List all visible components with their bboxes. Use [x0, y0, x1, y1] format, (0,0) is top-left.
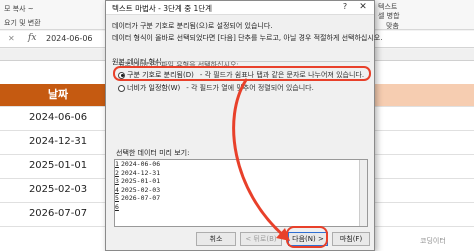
date-cell[interactable]: 2025-02-03: [0, 178, 116, 202]
dialog-titlebar[interactable]: 텍스트 마법사 - 3단계 중 1단계 ? ✕: [106, 1, 374, 15]
preview-scrollbar[interactable]: [359, 160, 367, 226]
back-button[interactable]: < 뒤로(B): [240, 232, 282, 246]
date-cell[interactable]: 2024-12-31: [0, 130, 116, 154]
preview-row: 1 2024-06-06: [115, 160, 161, 168]
function-icon[interactable]: fx: [28, 33, 36, 43]
ribbon-copy-label[interactable]: 모 복사 ~: [4, 4, 34, 14]
next-button-highlight: [286, 226, 328, 248]
ribbon-merge-label[interactable]: 셀 병합: [378, 11, 400, 21]
help-icon[interactable]: ?: [338, 2, 352, 14]
radio-fixed-width-label[interactable]: 너비가 일정함(W): [127, 84, 180, 92]
date-cell[interactable]: 2024-06-06: [0, 106, 116, 130]
radio-fixed-width-indicator[interactable]: [118, 84, 125, 92]
ribbon-group-label: 요기 및 변환: [4, 19, 41, 27]
ribbon-align-group-label: 맞춤: [386, 22, 399, 30]
date-column-header[interactable]: 날짜: [0, 84, 116, 106]
radio-fixed-width-description: - 각 필드가 열에 맞추어 정렬되어 있습니다.: [186, 84, 314, 92]
wizard-info-line-1: 데이터가 구분 기호로 분리됨(으)로 설정되어 있습니다.: [112, 22, 273, 30]
cancel-x-icon[interactable]: ✕: [8, 34, 15, 43]
preview-row: 3 2025-01-01: [115, 177, 161, 185]
date-cell[interactable]: 2025-01-01: [0, 154, 116, 178]
preview-row: 4 2025-02-03: [115, 185, 161, 194]
dialog-title: 텍스트 마법사 - 3단계 중 1단계: [112, 4, 213, 13]
preview-row: 5 2026-07-07: [115, 194, 161, 202]
preview-label: 선택한 데이터 미리 보기:: [116, 149, 190, 157]
finish-button[interactable]: 마침(F): [332, 232, 370, 246]
radio-fixed-width[interactable]: 너비가 일정함(W) - 각 필드가 열에 맞추어 정렬되어 있습니다.: [118, 83, 314, 94]
delimited-option-highlight: [113, 66, 371, 81]
date-cell[interactable]: 2026-07-07: [0, 202, 116, 226]
watermark: 코딩이터: [420, 237, 446, 245]
close-icon[interactable]: ✕: [356, 2, 370, 14]
header-fill-cell[interactable]: [370, 84, 474, 106]
preview-row: 2 2024-12-31: [115, 168, 161, 177]
formula-input[interactable]: 2024-06-06: [46, 34, 93, 43]
preview-row: 6: [115, 202, 119, 211]
text-import-wizard-dialog: 텍스트 마법사 - 3단계 중 1단계 ? ✕ 데이터가 구분 기호로 분리됨(…: [105, 0, 382, 251]
cancel-button[interactable]: 취소: [196, 232, 236, 246]
data-preview-box[interactable]: 1 2024-06-06 2 2024-12-31 3 2025-01-01 4 202…: [114, 159, 368, 227]
wizard-info-line-2: 데이터 형식이 올바로 선택되었다면 [다음] 단추를 누르고, 아닐 경우 적…: [112, 34, 383, 42]
